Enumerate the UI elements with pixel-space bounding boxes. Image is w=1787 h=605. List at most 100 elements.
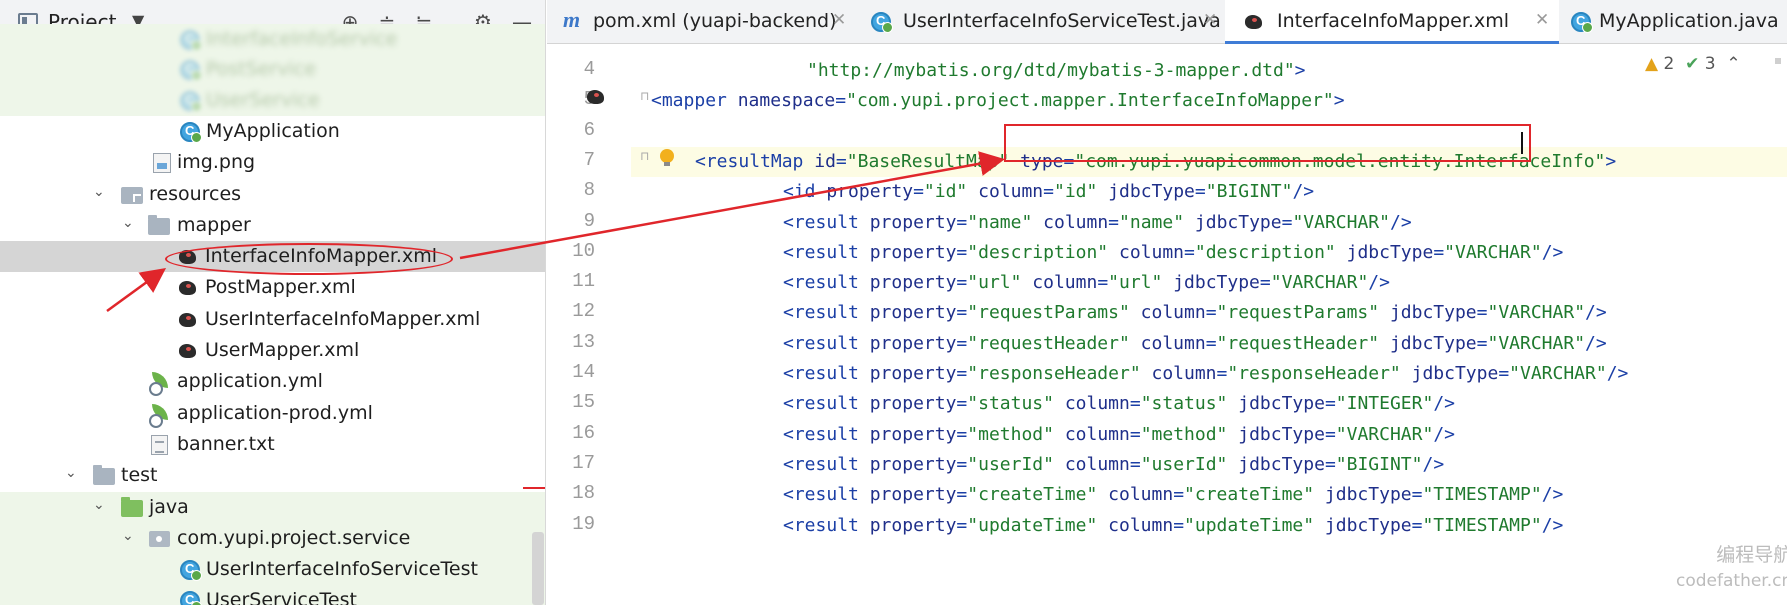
tree-item-test[interactable]: ⌄ test: [0, 460, 545, 491]
code-line[interactable]: <result property="requestParams" column=…: [783, 298, 1607, 328]
code-line[interactable]: <id property="id" column="id" jdbcType="…: [783, 177, 1314, 207]
tree-item-usermapper-xml[interactable]: UserMapper.xml: [0, 335, 545, 366]
tree-item-mapper[interactable]: ⌄ mapper: [0, 210, 545, 241]
code-token: "method": [967, 423, 1054, 445]
code-token: >: [1605, 150, 1617, 172]
code-token: <: [783, 363, 794, 384]
code-token: />: [1606, 363, 1629, 384]
code-token: "INTEGER": [1335, 393, 1434, 415]
code-token: property: [869, 363, 957, 384]
code-token: <: [783, 484, 794, 506]
code-line[interactable]: <result property="url" column="url" jdbc…: [783, 268, 1390, 298]
fold-marker-icon[interactable]: ⊓: [640, 149, 649, 163]
tree-item-img-png[interactable]: img.png: [0, 147, 545, 178]
chevron-down-icon[interactable]: ⌄: [93, 184, 105, 200]
tree-item-label: UserServiceTest: [206, 589, 357, 605]
code-line[interactable]: <result property="requestHeader" column=…: [783, 329, 1607, 359]
close-icon[interactable]: ✕: [1203, 10, 1217, 30]
image-file-icon: [153, 153, 171, 173]
code-line[interactable]: <result property="userId" column="userId…: [783, 450, 1444, 480]
code-token: id: [793, 181, 816, 203]
package-icon: [149, 531, 170, 547]
warning-icon: ▲: [1645, 54, 1659, 74]
project-panel-scrollbar[interactable]: [532, 532, 544, 605]
code-token: =: [1205, 332, 1217, 354]
code-token: />: [1541, 514, 1564, 536]
code-line[interactable]: <result property="updateTime" column="up…: [783, 511, 1563, 541]
fold-marker-icon[interactable]: ⊓: [640, 89, 649, 103]
mybatis-xml-icon: [177, 341, 199, 361]
code-token: =: [956, 363, 968, 384]
close-icon[interactable]: ✕: [1535, 10, 1549, 30]
code-line[interactable]: <result property="description" column="d…: [783, 238, 1563, 268]
code-token: "createTime": [1184, 484, 1315, 506]
code-token: <: [783, 241, 794, 263]
inspection-widget[interactable]: ▲ 2 ✔ 3 ⌃: [1645, 54, 1741, 74]
code-line[interactable]: <result property="createTime" column="cr…: [783, 480, 1563, 510]
code-token: column: [1032, 272, 1098, 294]
chevron-down-icon[interactable]: ⌄: [93, 497, 105, 513]
code-token: jdbcType: [1238, 453, 1325, 475]
tree-item-postservice[interactable]: PostService: [0, 54, 545, 85]
code-line[interactable]: <result property="name" column="name" jd…: [783, 208, 1412, 238]
code-token: =: [956, 484, 968, 506]
tab-myapplication[interactable]: MyApplication.java: [1559, 0, 1787, 44]
tree-item-userservice[interactable]: UserService: [0, 85, 545, 116]
code-token: column: [1108, 514, 1174, 536]
tree-item-myapplication[interactable]: MyApplication: [0, 116, 545, 147]
tree-item-resources[interactable]: ⌄ resources: [0, 179, 545, 210]
code-token: column: [1064, 423, 1130, 445]
tab-interfaceinfomapper-xml[interactable]: InterfaceInfoMapper.xml ✕: [1225, 0, 1559, 44]
passed-count: 3: [1704, 54, 1716, 74]
code-line[interactable]: "http://mybatis.org/dtd/mybatis-3-mapper…: [807, 56, 1306, 86]
tab-pom-xml[interactable]: m pom.xml (yuapi-backend) ✕: [547, 0, 853, 44]
chevron-up-icon[interactable]: ⌃: [1726, 54, 1740, 74]
tree-item-java[interactable]: ⌄ java: [0, 492, 545, 523]
yaml-file-icon: [149, 372, 169, 396]
tree-item-application-prod-yml[interactable]: application-prod.yml: [0, 398, 545, 429]
code-token: mapper: [661, 90, 727, 112]
code-token: "createTime": [967, 484, 1098, 506]
code-token: <: [783, 423, 794, 445]
close-icon[interactable]: ✕: [832, 10, 846, 30]
chevron-down-icon[interactable]: ⌄: [122, 215, 134, 231]
code-token: "name": [967, 211, 1033, 233]
code-line[interactable]: <result property="responseHeader" column…: [783, 359, 1628, 389]
code-line[interactable]: <mapper namespace="com.yupi.project.mapp…: [651, 86, 1345, 116]
tree-item-userservicetest[interactable]: UserServiceTest: [0, 585, 545, 605]
editor-scrollbar[interactable]: [1773, 58, 1783, 568]
tree-item-userinterfaceinfomapper-xml[interactable]: UserInterfaceInfoMapper.xml: [0, 304, 545, 335]
class-icon: [871, 12, 893, 33]
tree-item-interfaceinfoservice[interactable]: InterfaceInfoService: [0, 24, 545, 55]
class-icon: [180, 60, 202, 81]
tree-item-application-yml[interactable]: application.yml: [0, 366, 545, 397]
code-token: result: [793, 423, 859, 445]
tree-item-com-yupi-project-service[interactable]: ⌄ com.yupi.project.service: [0, 523, 545, 554]
code-token: =: [1194, 181, 1206, 203]
code-token: <: [783, 272, 794, 294]
code-line[interactable]: <result property="method" column="method…: [783, 420, 1455, 450]
code-token: <: [783, 181, 794, 203]
code-token: <: [783, 211, 794, 233]
chevron-down-icon[interactable]: ⌄: [122, 528, 134, 544]
code-token: "updateTime": [967, 514, 1098, 536]
code-token: =: [1216, 363, 1228, 384]
chevron-down-icon[interactable]: ⌄: [65, 465, 77, 481]
code-token: column: [1140, 302, 1206, 324]
tree-item-userinterfaceinfoservicetest[interactable]: UserInterfaceInfoServiceTest: [0, 554, 545, 585]
mybatis-gutter-icon[interactable]: [585, 87, 609, 107]
tree-item-label: UserInterfaceInfoMapper.xml: [205, 308, 481, 330]
code-token: column: [1064, 393, 1130, 415]
tab-userinterfaceinfoservicetest[interactable]: UserInterfaceInfoServiceTest.java ✕: [853, 0, 1225, 44]
lightbulb-icon[interactable]: [660, 149, 674, 167]
code-line[interactable]: <result property="status" column="status…: [783, 389, 1455, 419]
tree-item-postmapper-xml[interactable]: PostMapper.xml: [0, 272, 545, 303]
tree-item-label: UserMapper.xml: [205, 339, 360, 361]
tree-item-banner-txt[interactable]: banner.txt: [0, 429, 545, 460]
